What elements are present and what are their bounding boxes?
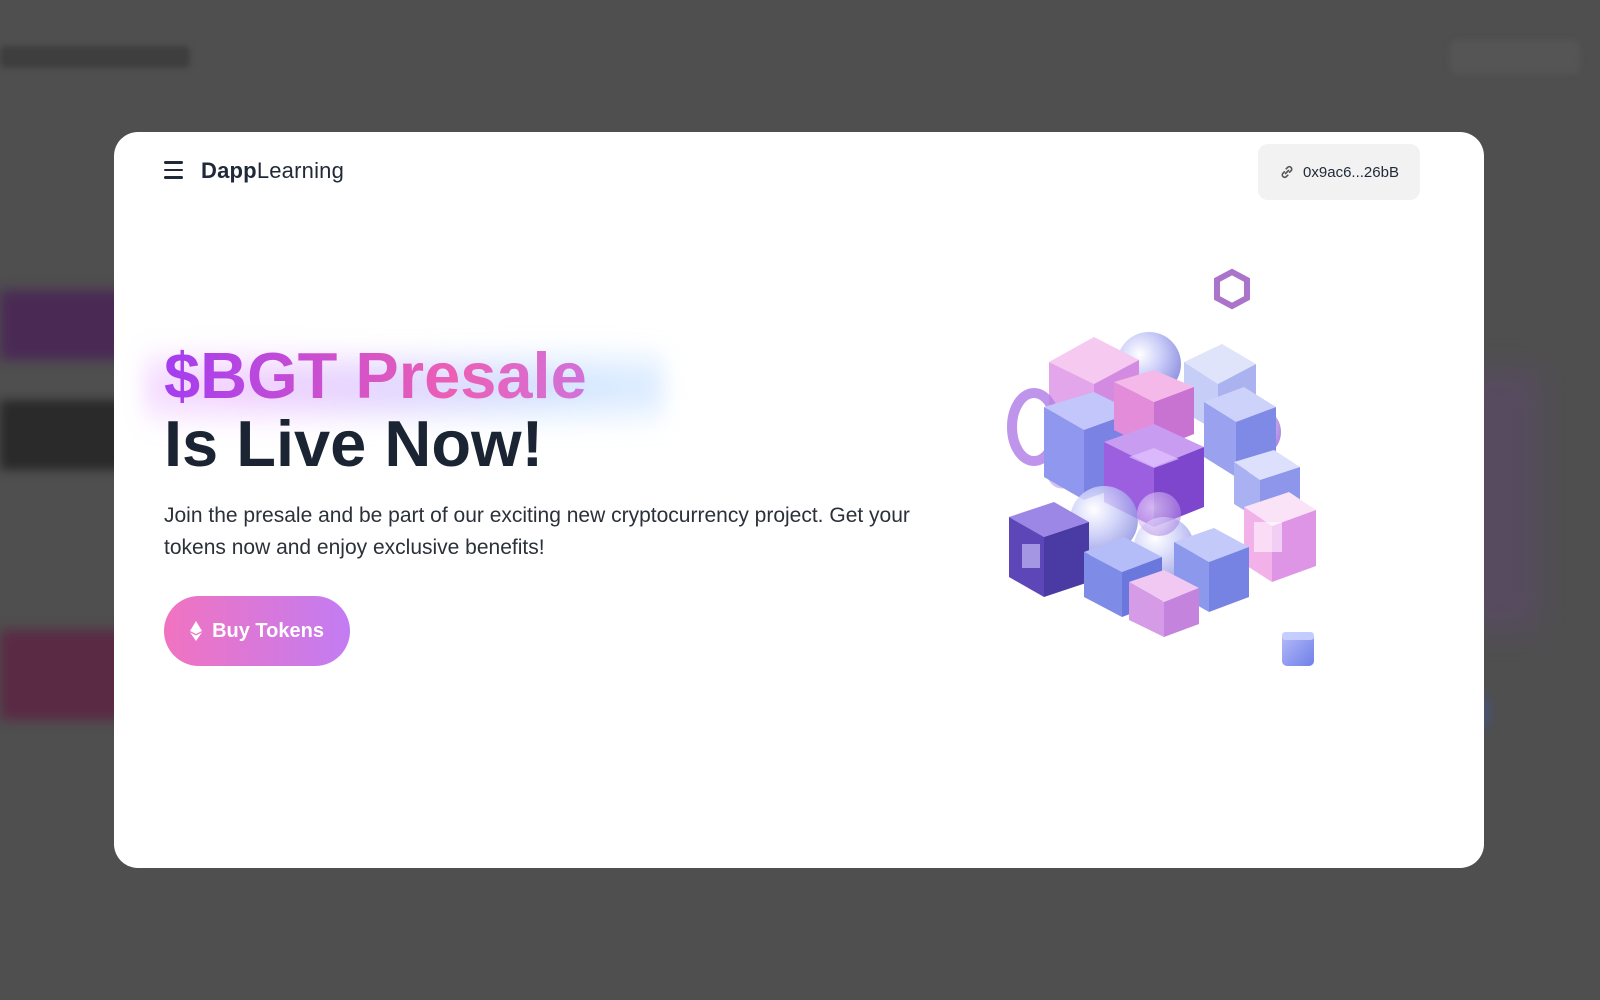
buy-tokens-label: Buy Tokens (212, 619, 324, 642)
brand-logo[interactable]: DappLearning (201, 158, 344, 184)
background-brand (0, 46, 190, 68)
hero-section: $BGT Presale Is Live Now! Join the presa… (144, 332, 924, 564)
hero-title-line2: Is Live Now! (164, 407, 544, 480)
wallet-address: 0x9ac6...26bB (1303, 163, 1399, 181)
menu-icon[interactable] (164, 158, 188, 182)
top-bar: DappLearning 0x9ac6...26bB (114, 132, 1484, 212)
hero-title-line1: $BGT Presale (164, 342, 924, 410)
brand-light: Learning (256, 158, 345, 183)
ethereum-icon (190, 621, 203, 641)
link-icon (1279, 164, 1295, 180)
presale-modal: DappLearning 0x9ac6...26bB $BGT Presale … (114, 132, 1484, 868)
background-wallet (1450, 40, 1580, 74)
wallet-address-button[interactable]: 0x9ac6...26bB (1258, 144, 1420, 200)
buy-tokens-button[interactable]: Buy Tokens (164, 596, 350, 666)
hero-description: Join the presale and be part of our exci… (164, 504, 910, 559)
crypto-cubes-illustration (904, 252, 1364, 712)
brand-bold: Dapp (201, 158, 257, 183)
